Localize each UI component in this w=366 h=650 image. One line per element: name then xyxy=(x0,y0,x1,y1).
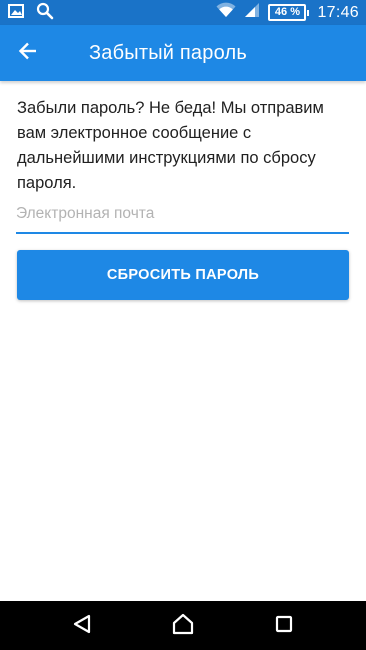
forgot-password-screen: 46 % 17:46 Забытый пароль Забыли пароль?… xyxy=(0,0,366,650)
home-icon xyxy=(171,612,195,641)
status-clock: 17:46 xyxy=(317,3,359,21)
battery-tip xyxy=(307,9,310,16)
app-bar: Забытый пароль xyxy=(0,25,366,81)
battery-level: 46 % xyxy=(268,4,307,21)
reset-password-button-label: СБРОСИТЬ ПАРОЛЬ xyxy=(106,267,260,283)
reset-password-button[interactable]: СБРОСИТЬ ПАРОЛЬ xyxy=(17,250,349,300)
navigation-bar xyxy=(0,601,366,650)
email-input[interactable] xyxy=(16,200,349,228)
signal-icon xyxy=(244,2,260,23)
status-bar: 46 % 17:46 xyxy=(0,0,366,25)
search-icon xyxy=(36,2,54,25)
back-triangle-icon xyxy=(71,613,93,640)
battery-icon: 46 % xyxy=(268,4,310,21)
image-icon xyxy=(8,3,24,23)
email-field[interactable] xyxy=(16,200,349,234)
arrow-left-icon xyxy=(18,41,38,66)
back-button[interactable] xyxy=(8,33,48,73)
wifi-icon xyxy=(216,2,236,23)
nav-recents-button[interactable] xyxy=(271,613,297,639)
recents-icon xyxy=(274,614,294,639)
status-bar-left xyxy=(8,2,54,25)
nav-home-button[interactable] xyxy=(170,613,196,639)
instructions-text: Забыли пароль? Не беда! Мы отправим вам … xyxy=(17,99,324,192)
nav-back-button[interactable] xyxy=(69,613,95,639)
status-bar-right: 46 % 17:46 xyxy=(216,2,359,23)
page-title: Забытый пароль xyxy=(89,42,247,64)
